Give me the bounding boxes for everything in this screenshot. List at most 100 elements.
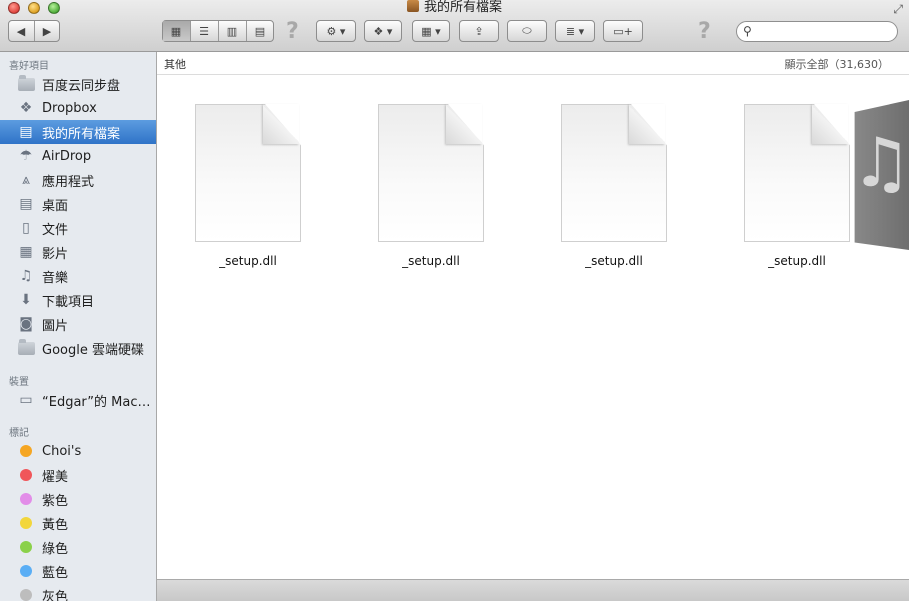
documents-icon: ▯ <box>22 220 30 236</box>
group-label: 其他 <box>164 58 186 71</box>
file-item[interactable]: _setup.dll <box>193 104 303 268</box>
document-icon <box>195 104 301 242</box>
sidebar-item-label: 音樂 <box>42 270 69 286</box>
document-icon <box>378 104 484 242</box>
document-icon <box>561 104 667 242</box>
fullscreen-icon[interactable]: ⤢ <box>893 2 903 17</box>
chevron-left-icon[interactable]: ◀ <box>9 21 35 41</box>
tag-color-dot <box>20 589 32 601</box>
sidebar-item-label: 應用程式 <box>42 174 95 190</box>
sidebar-item-label: 我的所有檔案 <box>42 126 121 142</box>
tag-color-dot <box>20 469 32 481</box>
search-icon: ⚲ <box>743 24 752 38</box>
window-title-text: 我的所有檔案 <box>423 0 502 15</box>
sidebar-item-label: AirDrop <box>42 148 92 164</box>
list-options-icon: ≣ ▾ <box>565 24 585 38</box>
view-mode-segmented: ▦ ☰ ▥ ▤ <box>162 20 274 42</box>
help-icon-2[interactable]: ? <box>698 19 711 44</box>
sidebar-item-documents[interactable]: ▯ 文件 <box>0 216 156 240</box>
sidebar-item-dropbox[interactable]: ❖ Dropbox <box>0 96 156 120</box>
list-options-button[interactable]: ≣ ▾ <box>555 20 595 42</box>
window-title-icon <box>406 0 419 12</box>
new-folder-icon: ▭+ <box>613 24 633 38</box>
dropbox-menu-button[interactable]: ❖ ▾ <box>364 20 402 42</box>
file-item[interactable]: _setup.dll <box>376 104 486 268</box>
share-button[interactable]: ⇪ <box>459 20 499 42</box>
sidebar-item-label: 桌面 <box>42 198 69 214</box>
sidebar-item-label: 下載項目 <box>42 294 95 310</box>
sidebar-tag-gray[interactable]: 灰色 <box>0 583 156 601</box>
music-note-icon: ♫ <box>851 124 909 203</box>
sidebar-item-music[interactable]: ♫ 音樂 <box>0 264 156 288</box>
show-all-count[interactable]: 顯示全部（31,630） <box>785 56 890 72</box>
sidebar-section-devices: 裝置 <box>9 377 29 388</box>
list-view-icon[interactable]: ☰ <box>191 21 219 41</box>
sidebar-item-label: 圖片 <box>42 318 69 334</box>
tag-button[interactable]: ⬭ <box>507 20 547 42</box>
sidebar-item-all-files[interactable]: ▤ 我的所有檔案 <box>0 120 156 144</box>
arrange-menu-button[interactable]: ▦ ▾ <box>412 20 450 42</box>
arrange-icon: ▦ ▾ <box>421 24 441 38</box>
sidebar-tag-green[interactable]: 綠色 <box>0 535 156 559</box>
sidebar-section-tags: 標記 <box>9 428 29 439</box>
file-name: _setup.dll <box>768 254 826 268</box>
sidebar-item-label: 文件 <box>42 222 69 238</box>
back-forward-buttons: ◀ ▶ <box>8 20 60 42</box>
downloads-icon: ⬇ <box>20 292 32 308</box>
sidebar-item-google-drive[interactable]: Google 雲端硬碟 <box>0 336 156 360</box>
pictures-icon: ◙ <box>19 316 33 332</box>
sidebar-item-label: 綠色 <box>42 541 69 557</box>
gear-icon: ⚙ ▾ <box>326 24 346 38</box>
sidebar-item-airdrop[interactable]: ☂ AirDrop <box>0 144 156 168</box>
sidebar-item-label: “Edgar”的 Mac… <box>42 394 151 410</box>
sidebar-item-mac[interactable]: ▭ “Edgar”的 Mac… <box>0 388 156 412</box>
tag-color-dot <box>20 493 32 505</box>
sidebar-item-label: 灰色 <box>42 589 69 601</box>
sidebar-item-label: 燿美 <box>42 469 69 485</box>
sidebar-item-label: Choi's <box>42 443 82 459</box>
window-titlebar: 我的所有檔案 ⤢ ◀ ▶ ▦ ☰ ▥ ▤ ? ⚙ ▾ ❖ ▾ ▦ ▾ ⇪ ⬭ ≣… <box>0 0 909 52</box>
sidebar-item-label: 百度云同步盘 <box>42 78 121 94</box>
sidebar-item-desktop[interactable]: ▤ 桌面 <box>0 192 156 216</box>
help-icon[interactable]: ? <box>286 19 299 44</box>
sidebar-tag-red[interactable]: 燿美 <box>0 463 156 487</box>
file-item[interactable]: _setup.dll <box>559 104 669 268</box>
sidebar-item-label: Google 雲端硬碟 <box>42 342 144 358</box>
action-menu-button[interactable]: ⚙ ▾ <box>316 20 356 42</box>
sidebar-item-applications[interactable]: ⩓ 應用程式 <box>0 168 156 192</box>
window-title: 我的所有檔案 <box>0 0 909 16</box>
search-field[interactable]: ⚲ <box>736 21 898 42</box>
sidebar-tag-chois[interactable]: Choi's <box>0 439 156 463</box>
tag-icon: ⬭ <box>522 24 532 37</box>
file-name: _setup.dll <box>585 254 643 268</box>
movies-icon: ▦ <box>19 244 33 260</box>
tag-color-dot <box>20 565 32 577</box>
sidebar-item-label: 藍色 <box>42 565 69 581</box>
icon-view-icon[interactable]: ▦ <box>162 21 191 41</box>
document-icon <box>744 104 850 242</box>
dropbox-icon: ❖ ▾ <box>373 24 393 38</box>
file-item[interactable]: _setup.dll <box>742 104 852 268</box>
sidebar-tag-blue[interactable]: 藍色 <box>0 559 156 583</box>
column-view-icon[interactable]: ▥ <box>219 21 247 41</box>
tag-color-dot <box>20 541 32 553</box>
coverflow-view-icon[interactable]: ▤ <box>247 21 274 41</box>
new-folder-button[interactable]: ▭+ <box>603 20 643 42</box>
share-icon: ⇪ <box>474 24 484 38</box>
sidebar-item-label: 紫色 <box>42 493 69 509</box>
all-files-icon: ▤ <box>19 124 33 140</box>
tag-color-dot <box>20 445 32 457</box>
music-icon: ♫ <box>19 268 33 284</box>
chevron-right-icon[interactable]: ▶ <box>35 21 60 41</box>
sidebar: 喜好項目 百度云同步盘 ❖ Dropbox ▤ 我的所有檔案 ☂ AirDrop… <box>0 52 157 601</box>
sidebar-item-downloads[interactable]: ⬇ 下載項目 <box>0 288 156 312</box>
group-header: 其他 顯示全部（31,630） <box>157 52 909 75</box>
file-name: _setup.dll <box>219 254 277 268</box>
sidebar-tag-yellow[interactable]: 黃色 <box>0 511 156 535</box>
sidebar-item-pictures[interactable]: ◙ 圖片 <box>0 312 156 336</box>
folder-icon <box>17 338 35 356</box>
sidebar-item-baidu[interactable]: 百度云同步盘 <box>0 72 156 96</box>
sidebar-item-label: 影片 <box>42 246 69 262</box>
sidebar-item-movies[interactable]: ▦ 影片 <box>0 240 156 264</box>
sidebar-tag-purple[interactable]: 紫色 <box>0 487 156 511</box>
